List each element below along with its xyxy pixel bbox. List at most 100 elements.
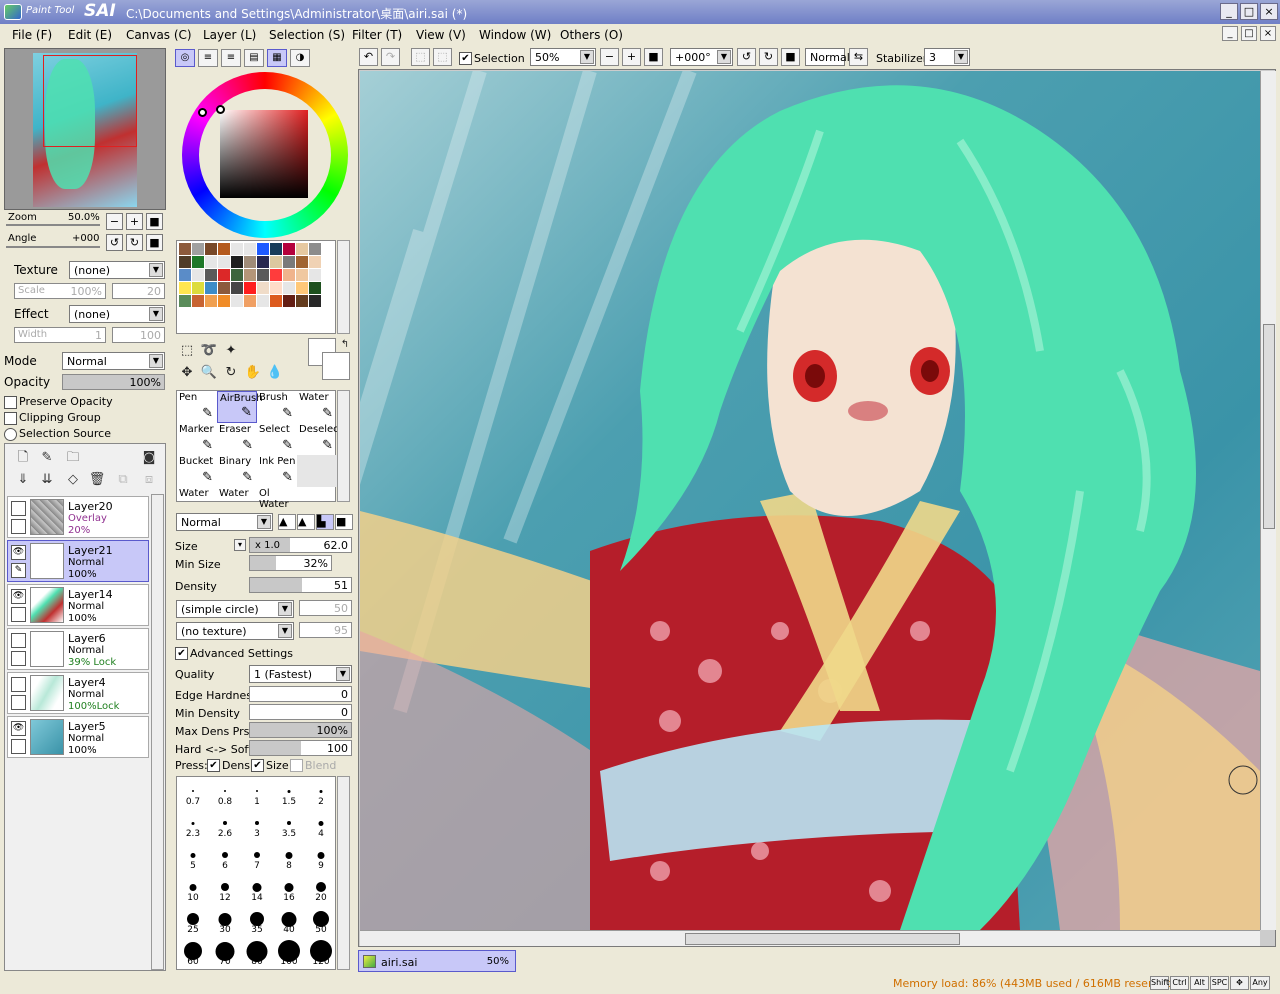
toolbar-angle-select[interactable]: +000° ▼	[670, 48, 733, 66]
eye-icon[interactable]: 👁	[11, 721, 26, 736]
mdi-minimize-button[interactable]: _	[1222, 26, 1238, 41]
press-size-checkbox[interactable]: ✔	[251, 759, 264, 772]
color-swatch[interactable]	[179, 243, 191, 255]
zoom-in-button[interactable]: +	[126, 213, 143, 230]
color-swatch[interactable]	[244, 295, 256, 307]
color-swatch[interactable]	[270, 295, 282, 307]
color-swatch[interactable]	[231, 269, 243, 281]
brush-size-preset[interactable]: 4	[305, 809, 337, 841]
menu-others[interactable]: Others (O)	[560, 28, 623, 42]
brush-size-preset[interactable]: 1	[241, 777, 273, 809]
layer-scrollbar[interactable]	[151, 494, 164, 970]
toolbar-zoom-out-button[interactable]: −	[600, 48, 619, 66]
minimize-button[interactable]: _	[1220, 3, 1238, 20]
hand-icon[interactable]: ✋	[244, 364, 262, 382]
brush-size-preset[interactable]: 10	[177, 873, 209, 905]
new-linework-layer-icon[interactable]: ✎	[37, 448, 57, 468]
menu-view[interactable]: View (V)	[416, 28, 466, 42]
color-swatch[interactable]	[283, 243, 295, 255]
color-swatch[interactable]	[205, 282, 217, 294]
brush-preset-pen[interactable]: Pen ✎	[177, 391, 217, 423]
advanced-settings-checkbox[interactable]: ✔	[175, 647, 188, 660]
toolbar-zoom-select[interactable]: 50% ▼	[530, 48, 596, 66]
color-swatch[interactable]	[218, 269, 230, 281]
toolbar-zoom-reset-button[interactable]: ■	[644, 48, 663, 66]
brush-preset-marker[interactable]: Marker ✎	[177, 423, 217, 455]
brush-size-preset[interactable]: 3	[241, 809, 273, 841]
brush-size-preset[interactable]: 35	[241, 905, 273, 937]
move-icon[interactable]: ✥	[178, 364, 196, 382]
brush-size-scrollbar[interactable]	[337, 776, 350, 970]
color-swatch[interactable]	[270, 269, 282, 281]
brush-size-preset[interactable]: 1.5	[273, 777, 305, 809]
selection-source-radio[interactable]	[4, 428, 17, 441]
eye-icon[interactable]: 👁	[11, 545, 26, 560]
color-swatch[interactable]	[296, 243, 308, 255]
color-swatch[interactable]	[244, 243, 256, 255]
sv-marker[interactable]	[216, 105, 225, 114]
color-swatch[interactable]	[309, 256, 321, 268]
hue-marker[interactable]	[198, 108, 207, 117]
texture-select[interactable]: (none) ▼	[69, 261, 165, 279]
brush-size-preset[interactable]: 8	[273, 841, 305, 873]
rotate-reset-button[interactable]: ■	[146, 234, 163, 251]
press-dens-checkbox[interactable]: ✔	[207, 759, 220, 772]
new-layer-icon[interactable]: 🗋	[13, 448, 33, 468]
brush-preset-bucket[interactable]: Bucket ✎	[177, 455, 217, 487]
canvas-vertical-thumb[interactable]	[1263, 324, 1275, 529]
edge-hardness-slider[interactable]: 0	[249, 686, 352, 702]
color-swatch[interactable]	[231, 243, 243, 255]
lock-toggle[interactable]	[11, 519, 26, 534]
brush-shape-hard-icon[interactable]: ▲	[278, 514, 296, 530]
brush-preset-deselect[interactable]: Deselect ✎	[297, 423, 343, 455]
lock-toggle[interactable]	[11, 739, 26, 754]
close-button[interactable]: ×	[1260, 3, 1278, 20]
clipping-group-checkbox[interactable]	[4, 412, 17, 425]
rgb-slider-tab[interactable]: ≡	[198, 49, 218, 67]
brush-preset-empty[interactable]	[297, 455, 337, 487]
stabilizer-select[interactable]: 3 ▼	[924, 48, 970, 66]
color-swatch[interactable]	[179, 295, 191, 307]
brush-grid-scrollbar[interactable]	[337, 390, 350, 502]
layer-item[interactable]: Layer6 Normal 39% Lock	[7, 628, 149, 670]
color-swatch[interactable]	[270, 243, 282, 255]
color-swatch[interactable]	[244, 269, 256, 281]
eye-icon[interactable]: 👁	[11, 589, 26, 604]
color-swatch[interactable]	[270, 282, 282, 294]
zoom-slider[interactable]	[6, 224, 100, 226]
color-swatch[interactable]	[218, 295, 230, 307]
brush-size-preset[interactable]: 20	[305, 873, 337, 905]
brush-size-preset[interactable]: 30	[209, 905, 241, 937]
brush-preset-binary[interactable]: Binary ✎	[217, 455, 257, 487]
hsv-slider-tab[interactable]: ≡	[221, 49, 241, 67]
brush-size-preset[interactable]: 14	[241, 873, 273, 905]
min-density-slider[interactable]: 0	[249, 704, 352, 720]
color-swatch[interactable]	[192, 295, 204, 307]
maximize-button[interactable]: □	[1240, 3, 1258, 20]
toolbar-zoom-in-button[interactable]: +	[622, 48, 641, 66]
rotate-icon[interactable]: ↻	[222, 364, 240, 382]
color-swatch[interactable]	[257, 243, 269, 255]
swatch-scrollbar[interactable]	[337, 240, 350, 334]
undo-icon[interactable]: ↶	[359, 48, 378, 66]
color-swatch[interactable]	[283, 269, 295, 281]
brush-size-preset[interactable]: 80	[241, 937, 273, 969]
opacity-slider[interactable]: 100%	[62, 374, 165, 390]
color-wheel-tab[interactable]: ◎	[175, 49, 195, 67]
color-swatch[interactable]	[218, 243, 230, 255]
color-swatch[interactable]	[192, 282, 204, 294]
layer-item[interactable]: 👁 Layer5 Normal 100%	[7, 716, 149, 758]
color-swatch[interactable]	[205, 295, 217, 307]
color-swatch[interactable]	[283, 295, 295, 307]
drawing-canvas[interactable]	[360, 71, 1260, 930]
color-swatch[interactable]	[283, 282, 295, 294]
color-swatch[interactable]	[192, 269, 204, 281]
zoom-icon[interactable]: 🔍	[200, 364, 218, 382]
color-swatch[interactable]	[270, 256, 282, 268]
navigator-view-rect[interactable]	[43, 55, 137, 147]
transfer-down-icon[interactable]: ⇓	[13, 470, 33, 490]
canvas-horizontal-scrollbar[interactable]	[360, 930, 1260, 946]
color-swatch[interactable]	[205, 269, 217, 281]
brush-preset-ink-pen[interactable]: Ink Pen ✎	[257, 455, 297, 487]
new-folder-icon[interactable]: 🗀	[63, 448, 83, 468]
